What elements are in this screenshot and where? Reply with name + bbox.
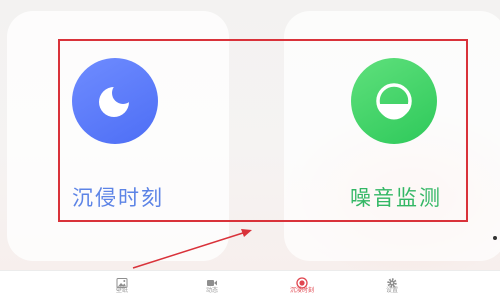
tab-immersive-moment-label: 沉浸时刻 bbox=[289, 287, 314, 294]
record-icon bbox=[296, 274, 308, 289]
tab-settings[interactable]: 设置 bbox=[362, 274, 422, 300]
bottom-tab-bar: 壁纸 动态 沉浸时刻 设置 bbox=[0, 270, 500, 300]
tab-wallpaper[interactable]: 壁纸 bbox=[92, 274, 152, 300]
tab-immersive-moment[interactable]: 沉浸时刻 bbox=[272, 274, 332, 300]
small-dot bbox=[493, 236, 497, 240]
tab-dynamic-label: 动态 bbox=[205, 287, 218, 294]
gear-icon bbox=[386, 274, 398, 288]
video-camera-icon bbox=[206, 274, 218, 286]
annotation-highlight-box bbox=[58, 39, 468, 222]
image-icon bbox=[116, 274, 128, 288]
tab-settings-label: 设置 bbox=[385, 287, 398, 294]
main-content: 沉侵时刻 噪音监测 bbox=[0, 0, 500, 270]
tab-wallpaper-label: 壁纸 bbox=[115, 287, 128, 294]
tab-dynamic[interactable]: 动态 bbox=[182, 274, 242, 300]
